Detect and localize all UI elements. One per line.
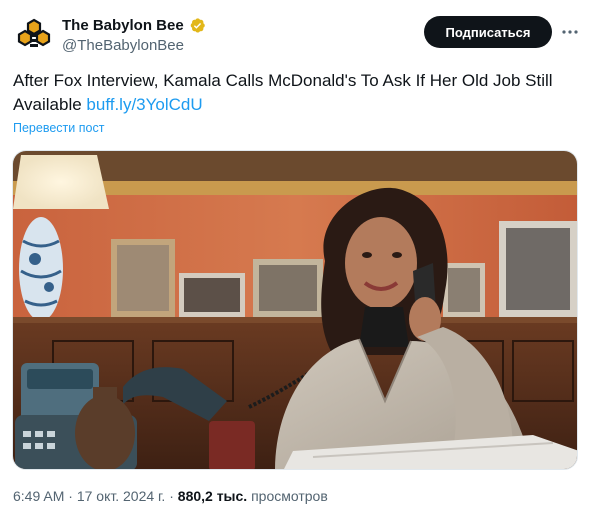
translate-post-link[interactable]: Перевести пост [13,121,104,135]
avatar[interactable] [14,15,54,55]
views-count: 880,2 тыс. [177,488,248,504]
tweet-meta: 6:49 AM · 17 окт. 2024 г. · 880,2 тыс. п… [13,488,328,504]
tweet-link[interactable]: buff.ly/3YolCdU [86,95,202,114]
more-options-button[interactable] [558,20,582,44]
tweet-text: After Fox Interview, Kamala Calls McDona… [13,69,578,117]
author-display-name[interactable]: The Babylon Bee [62,17,184,34]
subscribe-button[interactable]: Подписаться [424,16,552,48]
author-handle[interactable]: @TheBabylonBee [62,37,184,54]
author-name-row[interactable]: The Babylon Bee [62,15,206,35]
meta-separator: · [64,488,77,504]
tweet-date[interactable]: 17 окт. 2024 г. [77,488,166,504]
bee-logo-icon [17,18,51,47]
ellipsis-icon [562,30,578,34]
tweet-photo[interactable] [12,150,578,470]
photo-illustration [13,151,577,469]
meta-separator-2: · [165,488,178,504]
tweet-time[interactable]: 6:49 AM [13,488,64,504]
verified-badge-icon[interactable] [189,17,206,34]
views-label: просмотров [247,488,328,504]
